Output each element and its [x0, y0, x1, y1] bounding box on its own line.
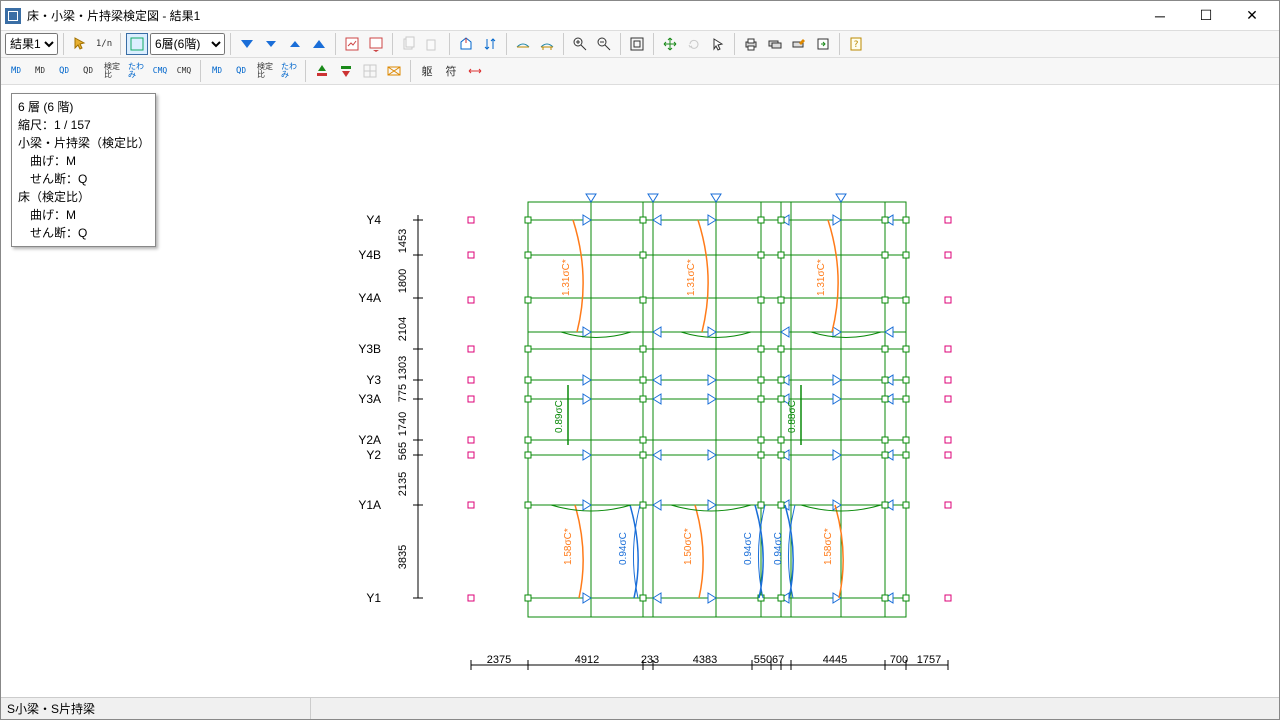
content-area: 6 層 (6 階) 縮尺：1 / 157 小梁・片持梁（検定比） 曲げ：M せん…: [1, 85, 1279, 697]
copy-icon: [398, 33, 420, 55]
copy2-icon: [422, 33, 444, 55]
tawami2-button[interactable]: たわみ: [278, 60, 300, 82]
ku-button[interactable]: 躯: [416, 60, 438, 82]
cmq2-button[interactable]: CMQ: [173, 60, 195, 82]
tawami1-button[interactable]: たわみ: [125, 60, 147, 82]
svg-text:3835: 3835: [397, 545, 409, 569]
toolbar-2: MD MD QD QD 検定比 たわみ CMQ CMQ MD QD 検定比 たわ…: [1, 58, 1279, 85]
cursor-icon[interactable]: [707, 33, 729, 55]
app-icon: [5, 8, 21, 24]
qd2-button[interactable]: QD: [77, 60, 99, 82]
svg-text:1.58σC*: 1.58σC*: [823, 528, 834, 565]
grid1-icon: [359, 60, 381, 82]
svg-text:1740: 1740: [397, 412, 409, 436]
kentei2-button[interactable]: 検定比: [254, 60, 276, 82]
svg-text:Y4A: Y4A: [358, 291, 381, 305]
svg-text:0.88σC: 0.88σC: [787, 400, 798, 433]
chart-icon[interactable]: [341, 33, 363, 55]
toolbar-1: 結果1 1/n 6層(6階): [1, 31, 1279, 58]
app-window: 床・小梁・片持梁検定図 - 結果1 ─ ☐ ✕ 結果1 1/n 6層(6階): [0, 0, 1280, 720]
qd3-button[interactable]: QD: [230, 60, 252, 82]
fraction-icon[interactable]: 1/n: [93, 33, 115, 55]
bridge2-icon[interactable]: [536, 33, 558, 55]
svg-text:1.31σC*: 1.31σC*: [686, 259, 697, 296]
svg-text:4445: 4445: [823, 654, 847, 666]
print-icon[interactable]: [740, 33, 762, 55]
statusbar: S小梁・S片持梁: [1, 697, 1279, 719]
tri-up-bar-icon[interactable]: [308, 33, 330, 55]
kentei1-button[interactable]: 検定比: [101, 60, 123, 82]
printall-icon[interactable]: [764, 33, 786, 55]
svg-text:233: 233: [641, 654, 659, 666]
svg-text:4383: 4383: [693, 654, 717, 666]
svg-text:Y1: Y1: [366, 591, 381, 605]
harrw-icon[interactable]: [464, 60, 486, 82]
svg-text:4912: 4912: [575, 654, 599, 666]
svg-text:1.50σC*: 1.50σC*: [683, 528, 694, 565]
zoom-in-icon[interactable]: [569, 33, 591, 55]
svg-text:0.89σC: 0.89σC: [554, 400, 565, 433]
svg-text:1303: 1303: [397, 356, 409, 380]
md3-button[interactable]: MD: [206, 60, 228, 82]
fit-icon[interactable]: [626, 33, 648, 55]
svg-text:Y4B: Y4B: [358, 248, 381, 262]
red-down-icon[interactable]: [335, 60, 357, 82]
tri-up-icon[interactable]: [284, 33, 306, 55]
pan-icon[interactable]: [659, 33, 681, 55]
svg-text:775: 775: [397, 384, 409, 402]
floor-select[interactable]: 6層(6階): [150, 33, 225, 55]
svg-text:1.31σC*: 1.31σC*: [816, 259, 827, 296]
svg-text:700: 700: [890, 654, 908, 666]
cmq1-button[interactable]: CMQ: [149, 60, 171, 82]
svg-text:Y1A: Y1A: [358, 498, 381, 512]
fu-button[interactable]: 符: [440, 60, 462, 82]
refresh-icon: [683, 33, 705, 55]
maximize-button[interactable]: ☐: [1183, 2, 1229, 30]
titlebar: 床・小梁・片持梁検定図 - 結果1 ─ ☐ ✕: [1, 1, 1279, 31]
svg-text:Y2A: Y2A: [358, 433, 381, 447]
svg-text:0.94σC: 0.94σC: [773, 532, 784, 565]
svg-text:Y4: Y4: [366, 213, 381, 227]
svg-text:1757: 1757: [917, 654, 941, 666]
printset-icon[interactable]: [788, 33, 810, 55]
svg-text:55067: 55067: [754, 654, 785, 666]
svg-text:0.94σC: 0.94σC: [743, 532, 754, 565]
svg-text:Y2: Y2: [366, 448, 381, 462]
svg-text:Y3: Y3: [366, 373, 381, 387]
svg-text:2135: 2135: [397, 472, 409, 496]
svg-text:1453: 1453: [397, 229, 409, 253]
svg-text:Y3A: Y3A: [358, 392, 381, 406]
svg-text:1.58σC*: 1.58σC*: [563, 528, 574, 565]
export-icon[interactable]: [812, 33, 834, 55]
status-left: S小梁・S片持梁: [1, 698, 311, 719]
svg-text:2375: 2375: [487, 654, 511, 666]
tri-down-icon[interactable]: [260, 33, 282, 55]
green-up-icon[interactable]: [311, 60, 333, 82]
close-button[interactable]: ✕: [1229, 2, 1275, 30]
grid2-icon[interactable]: [383, 60, 405, 82]
qd1-button[interactable]: QD: [53, 60, 75, 82]
pointer-icon[interactable]: [69, 33, 91, 55]
result-select[interactable]: 結果1: [5, 33, 58, 55]
status-right: [311, 698, 1279, 719]
svg-text:565: 565: [397, 442, 409, 460]
svg-text:?: ?: [853, 40, 858, 50]
minimize-button[interactable]: ─: [1137, 2, 1183, 30]
svg-text:2104: 2104: [397, 317, 409, 341]
tri-down-blue-icon[interactable]: [236, 33, 258, 55]
svg-text:0.94σC: 0.94σC: [618, 532, 629, 565]
window-title: 床・小梁・片持梁検定図 - 結果1: [27, 7, 1137, 24]
svg-text:1800: 1800: [397, 269, 409, 293]
help-icon[interactable]: ?: [845, 33, 867, 55]
md1-button[interactable]: MD: [5, 60, 27, 82]
chart-down-icon[interactable]: [365, 33, 387, 55]
zoom-out-icon[interactable]: [593, 33, 615, 55]
md2-button[interactable]: MD: [29, 60, 51, 82]
svg-text:Y3B: Y3B: [358, 342, 381, 356]
home-up-icon[interactable]: [455, 33, 477, 55]
bridge1-icon[interactable]: [512, 33, 534, 55]
select-rect-icon[interactable]: [126, 33, 148, 55]
sort-icon[interactable]: [479, 33, 501, 55]
svg-text:1.31σC*: 1.31σC*: [561, 259, 572, 296]
